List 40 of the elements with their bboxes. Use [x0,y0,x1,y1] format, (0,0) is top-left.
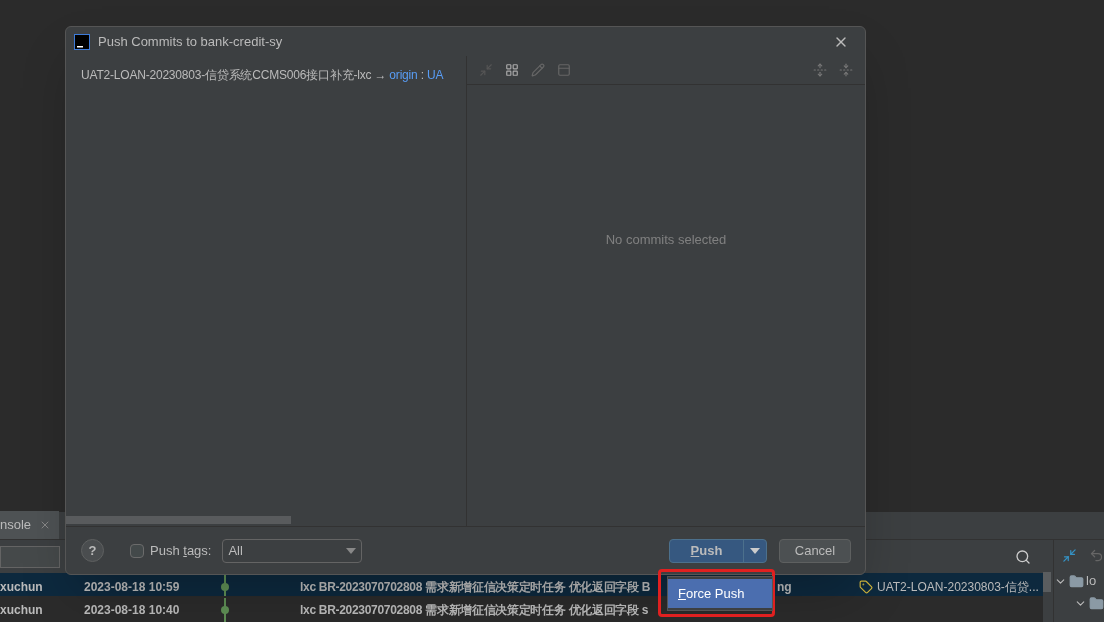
force-push-item[interactable]: Force Push [668,579,772,608]
app-icon [74,33,90,50]
scrollbar-thumb[interactable] [1043,572,1052,592]
console-tab[interactable]: nsole [0,511,60,539]
caret-icon [346,547,357,554]
caret-icon[interactable] [750,547,760,554]
empty-message: No commits selected [605,231,727,249]
push-tags-checkbox[interactable] [130,543,144,558]
arrows-icon[interactable] [479,63,493,77]
folder-icon [1069,573,1084,589]
arrows-icon[interactable] [1062,547,1077,563]
folder-icon [1089,595,1104,611]
tags-dropdown[interactable]: All [222,538,363,563]
pencil-icon[interactable] [531,63,545,77]
message-cell-text: lxc BR-2023070702808 需求新增征信决策定时任务 优化返回字段 s [300,601,650,619]
undo-icon[interactable] [1089,547,1104,563]
message-cell-text: lxc BR-2023070702808 需求新增征信决策定时任务 优化返回字段 B [300,578,652,596]
tag-label: UAT2-LOAN-20230803-信贷... [877,578,1039,596]
collapse-all-icon[interactable] [839,63,853,77]
scrollbar-thumb[interactable] [66,516,291,524]
push-button[interactable]: Push [669,538,767,563]
push-tags-label: Push tags: [150,541,212,560]
graph-node-icon [220,597,230,622]
branch-label: UAT2-LOAN-20230803-信贷系统CCMS006接口补充-lxc → origin : UA [81,66,444,84]
date-cell-text: 2023-08-18 10:40 [84,601,181,619]
author-cell-text: xuchun [0,578,44,596]
tree-item[interactable]: lo [1086,571,1097,591]
message-cell-text: ng [777,578,793,596]
search-icon[interactable] [1015,548,1032,565]
author-cell-text: xuchun [0,601,44,619]
tag-icon [859,579,873,594]
panel-icon[interactable] [557,63,571,77]
search-field[interactable] [0,545,60,568]
cancel-button[interactable]: Cancel [779,538,851,563]
help-button[interactable]: ? [81,539,104,562]
graph-node-icon [220,574,230,599]
window-title: Push Commits to bank-credit-sy [98,32,283,51]
date-cell-text: 2023-08-18 10:59 [84,578,181,596]
grid-icon[interactable] [505,63,519,77]
expand-all-icon[interactable] [813,63,827,77]
